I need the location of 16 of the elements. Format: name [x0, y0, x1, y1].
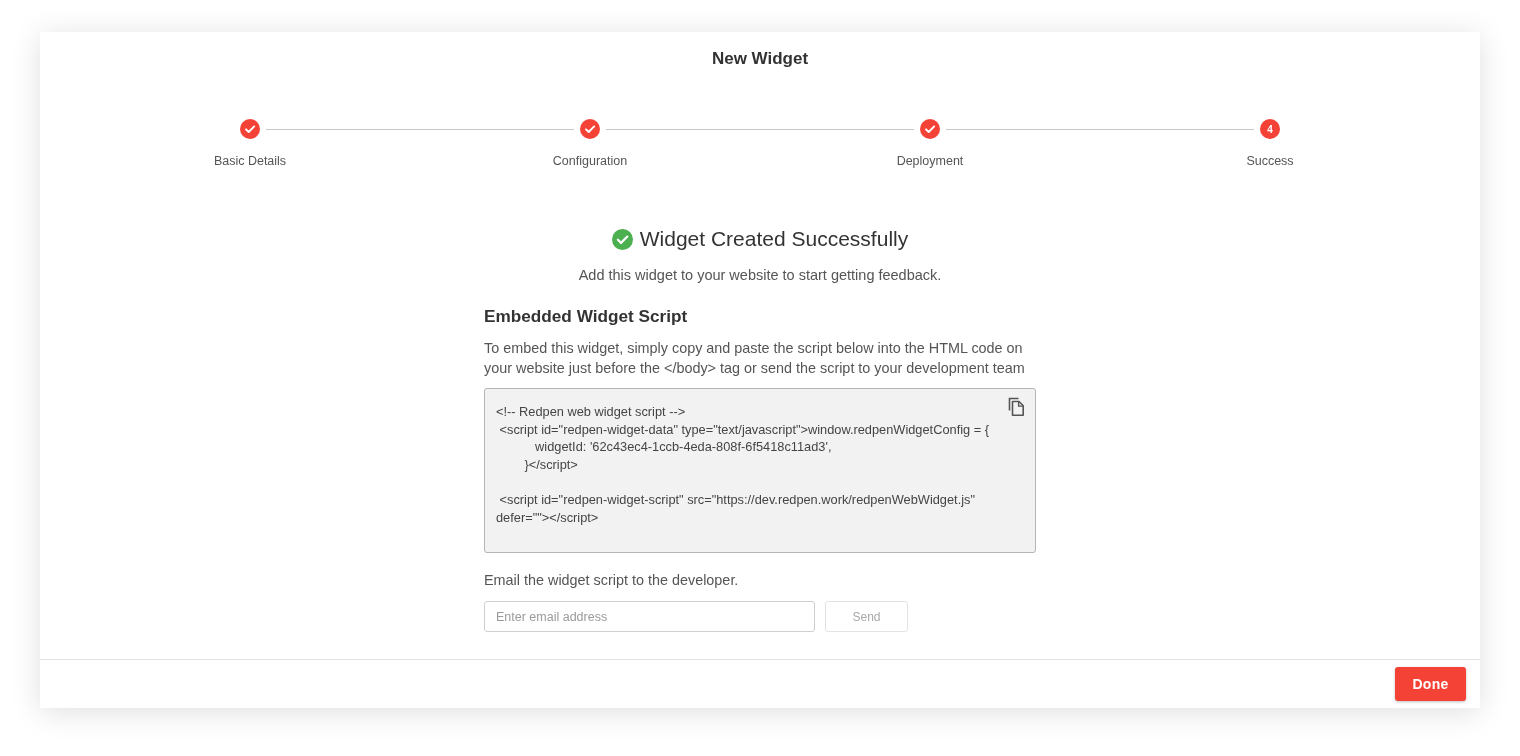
step-label: Deployment	[896, 153, 964, 169]
section-heading: Embedded Widget Script	[484, 305, 689, 328]
copy-icon[interactable]	[1007, 397, 1025, 416]
step-label: Basic Details	[213, 153, 287, 169]
section-description: To embed this widget, simply copy and paste the script below into the HTML code on your website just before the </body> tag or send the script to your development team	[484, 339, 1026, 378]
step-label: Configuration	[552, 153, 628, 169]
check-circle-icon	[611, 228, 633, 250]
step-label: Success	[1246, 153, 1294, 169]
step-number: 4	[1260, 119, 1280, 139]
script-code: <!-- Redpen web widget script --> <script id="redpen-widget-data" type="text/javascript">window.redpenWidgetConfig = { widgetId: '62c43ec4-1ccb-4eda-808f-6f5418c11ad3', }</script> <script id="redpen-widget-script" src="https://dev.redpen.work/redpenWebWidget.js" defer=""></script>	[496, 403, 990, 527]
done-button[interactable]: Done	[1395, 667, 1466, 701]
dialog-title: New Widget	[711, 49, 809, 69]
success-title: Widget Created Successfully	[639, 226, 909, 252]
email-input[interactable]: Enter email address	[484, 601, 815, 632]
success-subtitle: Add this widget to your website to start getting feedback.	[578, 266, 942, 285]
email-label: Email the widget script to the developer.	[484, 571, 740, 590]
